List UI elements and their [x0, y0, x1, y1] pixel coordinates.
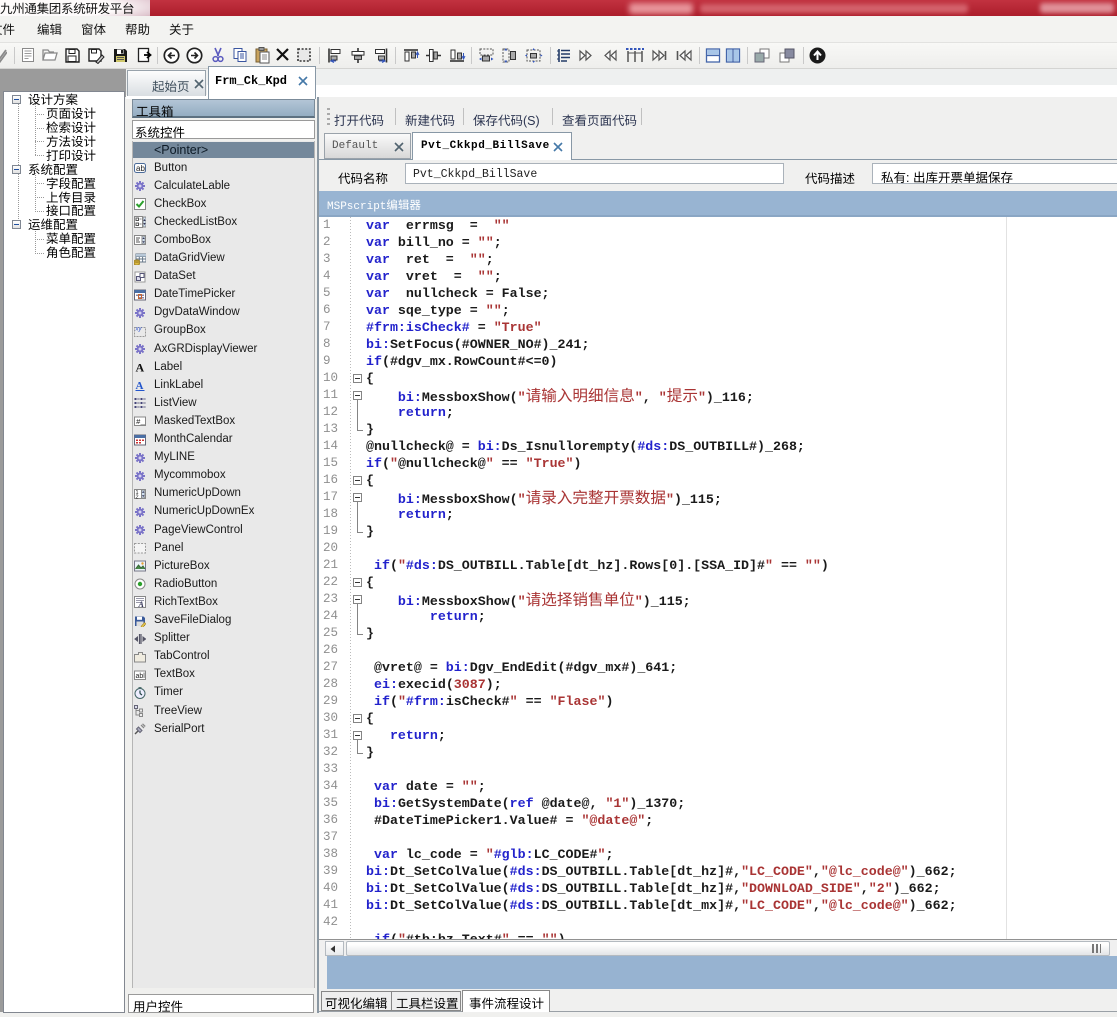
- svg-text:A: A: [136, 361, 145, 373]
- svg-text:2: 2: [136, 494, 139, 500]
- svg-text:ab: ab: [136, 164, 145, 173]
- svg-text:xy: xy: [135, 326, 143, 332]
- svg-text:#_: #_: [136, 419, 146, 427]
- svg-text:abl: abl: [136, 673, 146, 680]
- svg-text:A: A: [138, 600, 145, 608]
- svg-text:A: A: [136, 380, 144, 391]
